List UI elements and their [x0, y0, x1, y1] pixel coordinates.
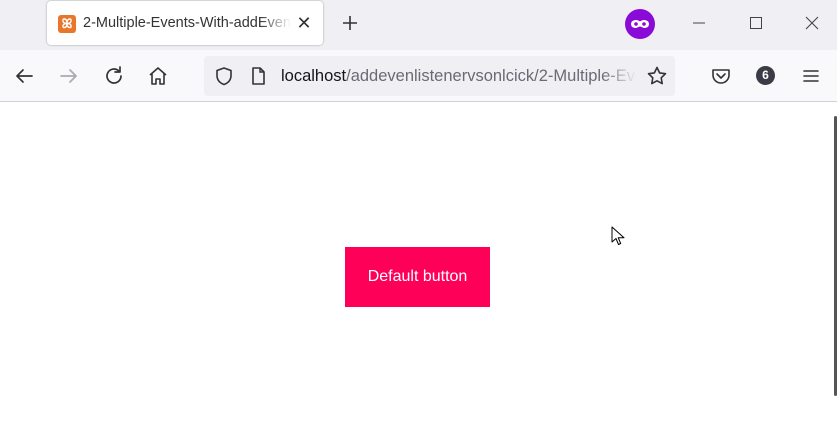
page-icon[interactable] [248, 65, 268, 87]
active-tab[interactable]: ꕤ 2-Multiple-Events-With-addEventListene… [47, 1, 323, 45]
menu-icon[interactable] [799, 64, 823, 88]
tab-title: 2-Multiple-Events-With-addEventListener [83, 15, 291, 31]
reload-icon[interactable] [102, 64, 126, 88]
tab-strip: ꕤ 2-Multiple-Events-With-addEventListene… [0, 0, 837, 50]
extension-badge[interactable]: 6 [756, 66, 775, 85]
close-window-icon[interactable] [802, 13, 822, 33]
close-icon[interactable]: ✕ [295, 14, 313, 32]
star-icon[interactable] [645, 64, 669, 88]
navigation-toolbar: localhost/addevenlistenervsonlcick/2-Mul… [0, 50, 837, 102]
plus-icon[interactable] [338, 11, 362, 35]
url-path: /addevenlistenervsonlcick/2-Multiple-Eve… [346, 67, 637, 85]
page-viewport: Default button [0, 102, 837, 427]
shield-icon[interactable] [213, 65, 235, 87]
url-text[interactable]: localhost/addevenlistenervsonlcick/2-Mul… [281, 67, 637, 87]
xampp-favicon: ꕤ [58, 15, 76, 33]
maximize-icon[interactable] [746, 13, 766, 33]
minimize-icon[interactable] [689, 13, 709, 33]
mouse-cursor-icon [611, 226, 625, 246]
back-icon[interactable] [12, 64, 36, 88]
forward-icon [57, 64, 81, 88]
url-host: localhost [281, 67, 347, 85]
address-bar[interactable]: localhost/addevenlistenervsonlcick/2-Mul… [204, 56, 675, 96]
pocket-icon[interactable] [709, 64, 733, 88]
default-button[interactable]: Default button [345, 247, 490, 307]
private-browsing-icon [625, 9, 655, 39]
home-icon[interactable] [146, 64, 170, 88]
